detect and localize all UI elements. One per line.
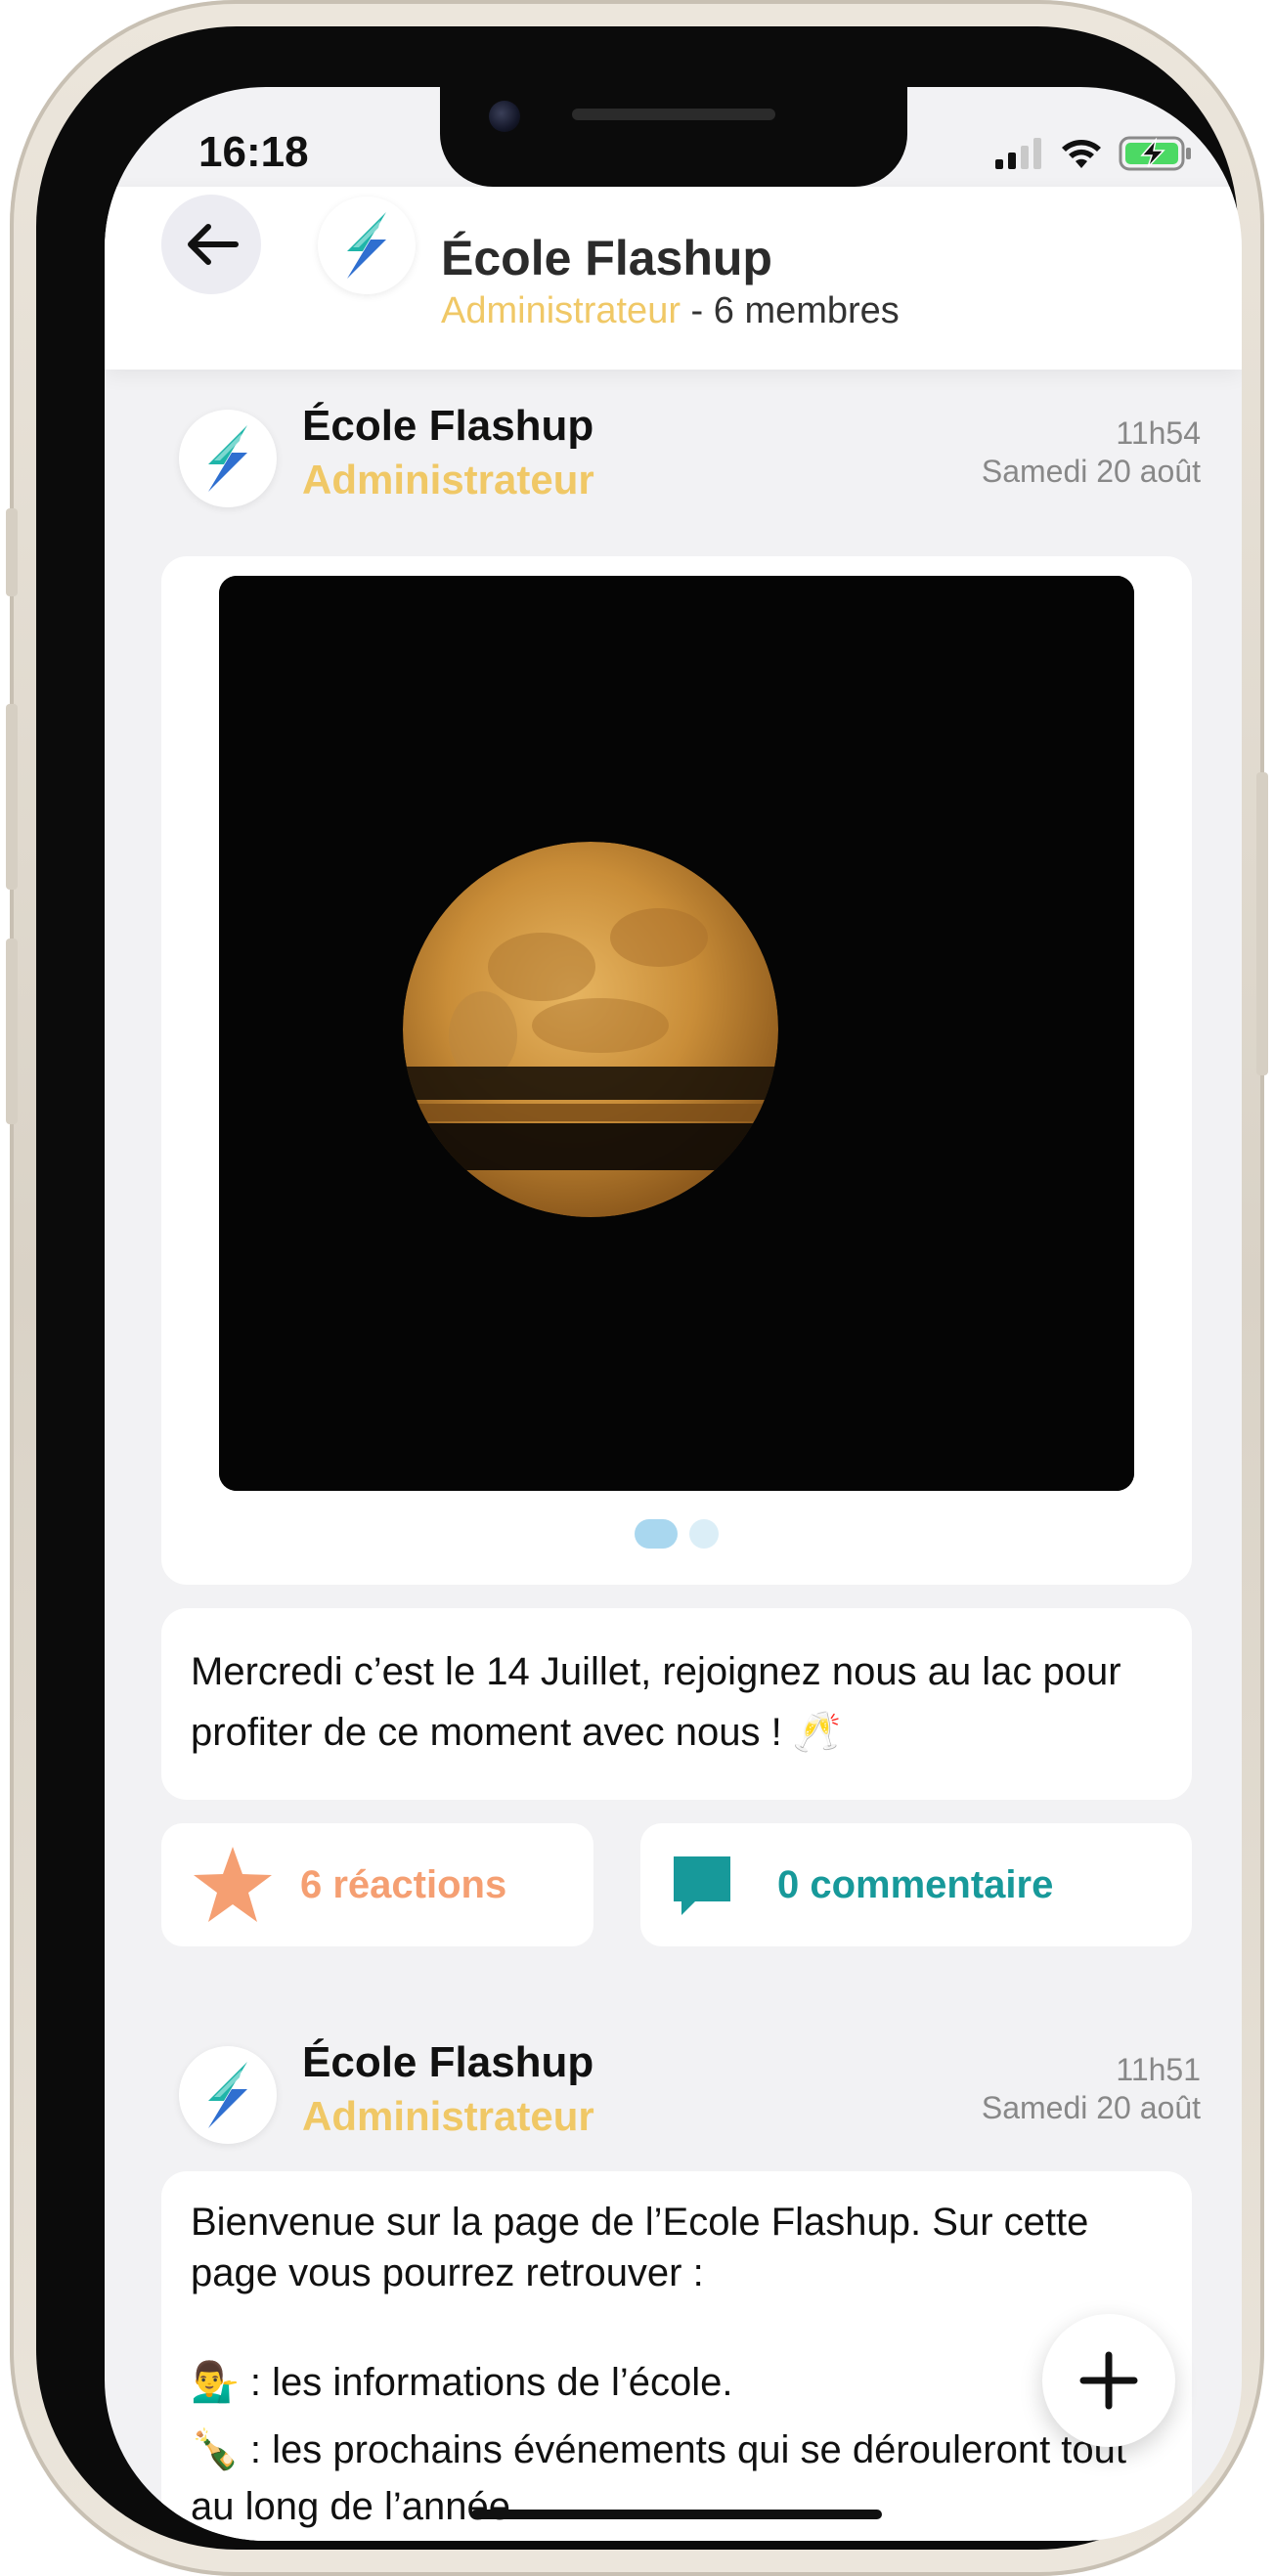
reactions-button[interactable]: 6 réactions bbox=[161, 1823, 593, 1946]
carousel-dot[interactable] bbox=[689, 1519, 719, 1549]
post-text: Mercredi c’est le 14 Juillet, rejoignez … bbox=[191, 1650, 1121, 1754]
carousel-dot-active[interactable] bbox=[635, 1519, 678, 1549]
full-moon-photo bbox=[219, 576, 1134, 1491]
flashup-logo-icon bbox=[208, 425, 247, 492]
post-date: Samedi 20 août bbox=[981, 2090, 1201, 2125]
post-author-role: Administrateur bbox=[302, 457, 594, 502]
power-button bbox=[1256, 772, 1268, 1075]
bezel: 16:18 École Flashup Administrateur - 6 m… bbox=[36, 26, 1242, 2550]
flashup-logo-icon bbox=[208, 2062, 247, 2128]
volume-down-button bbox=[6, 939, 18, 1124]
post-author-name: École Flashup bbox=[302, 402, 594, 450]
bottle-icon: 🍾 bbox=[191, 2428, 240, 2471]
post-time: 11h54 bbox=[1116, 415, 1201, 451]
battery-charging-icon bbox=[1119, 136, 1191, 171]
screen: 16:18 École Flashup Administrateur - 6 m… bbox=[105, 87, 1242, 2541]
wifi-icon bbox=[1062, 140, 1101, 168]
comment-icon bbox=[674, 1856, 730, 1915]
member-count: - 6 membres bbox=[680, 290, 900, 331]
group-avatar[interactable] bbox=[318, 196, 416, 294]
post-timestamp: 11h51 Samedi 20 août bbox=[982, 2052, 1201, 2126]
volume-up-button bbox=[6, 704, 18, 890]
arrow-left-icon bbox=[188, 224, 239, 265]
flashup-logo-icon bbox=[347, 212, 386, 279]
back-button[interactable] bbox=[161, 195, 261, 294]
group-subtitle: Administrateur - 6 membres bbox=[441, 290, 900, 332]
post-text-card: Bienvenue sur la page de l’Ecole Flashup… bbox=[161, 2171, 1192, 2541]
speaker-grille bbox=[572, 109, 775, 120]
post-date: Samedi 20 août bbox=[981, 454, 1201, 489]
new-post-button[interactable] bbox=[1042, 2314, 1175, 2447]
post-image[interactable] bbox=[219, 576, 1134, 1491]
star-icon bbox=[194, 1847, 272, 1922]
plus-icon bbox=[1079, 2351, 1138, 2410]
bullet-text: : les informations de l’école. bbox=[239, 2361, 733, 2404]
person-tipping-hand-icon: 💁‍♂️ bbox=[191, 2361, 240, 2404]
post-intro-text: Bienvenue sur la page de l’Ecole Flashup… bbox=[191, 2201, 1089, 2294]
group-title: École Flashup bbox=[441, 231, 772, 285]
post-author-avatar[interactable] bbox=[179, 410, 277, 507]
post-author-role: Administrateur bbox=[302, 2093, 594, 2139]
post-author-avatar[interactable] bbox=[179, 2046, 277, 2144]
post-time: 11h51 bbox=[1116, 2052, 1201, 2087]
phone-frame: 16:18 École Flashup Administrateur - 6 m… bbox=[6, 0, 1268, 2576]
status-icons bbox=[995, 136, 1193, 171]
action-button bbox=[6, 508, 18, 596]
front-camera bbox=[489, 101, 520, 132]
reactions-count: 6 réactions bbox=[300, 1862, 507, 1906]
comments-button[interactable]: 0 commentaire bbox=[640, 1823, 1192, 1946]
bullet-item: 💁‍♂️ : les informations de l’école. bbox=[191, 2357, 1163, 2408]
post-author-name: École Flashup bbox=[302, 2038, 594, 2086]
post-media-card bbox=[161, 556, 1192, 1585]
home-indicator[interactable] bbox=[471, 2510, 882, 2519]
cellular-signal-icon bbox=[995, 138, 1041, 169]
post-text-card: Mercredi c’est le 14 Juillet, rejoignez … bbox=[161, 1608, 1192, 1800]
comments-count: 0 commentaire bbox=[777, 1862, 1054, 1906]
post-timestamp: 11h54 Samedi 20 août bbox=[982, 415, 1201, 490]
status-time: 16:18 bbox=[198, 128, 309, 176]
carousel-indicator bbox=[161, 1519, 1192, 1549]
group-role: Administrateur bbox=[441, 290, 681, 331]
